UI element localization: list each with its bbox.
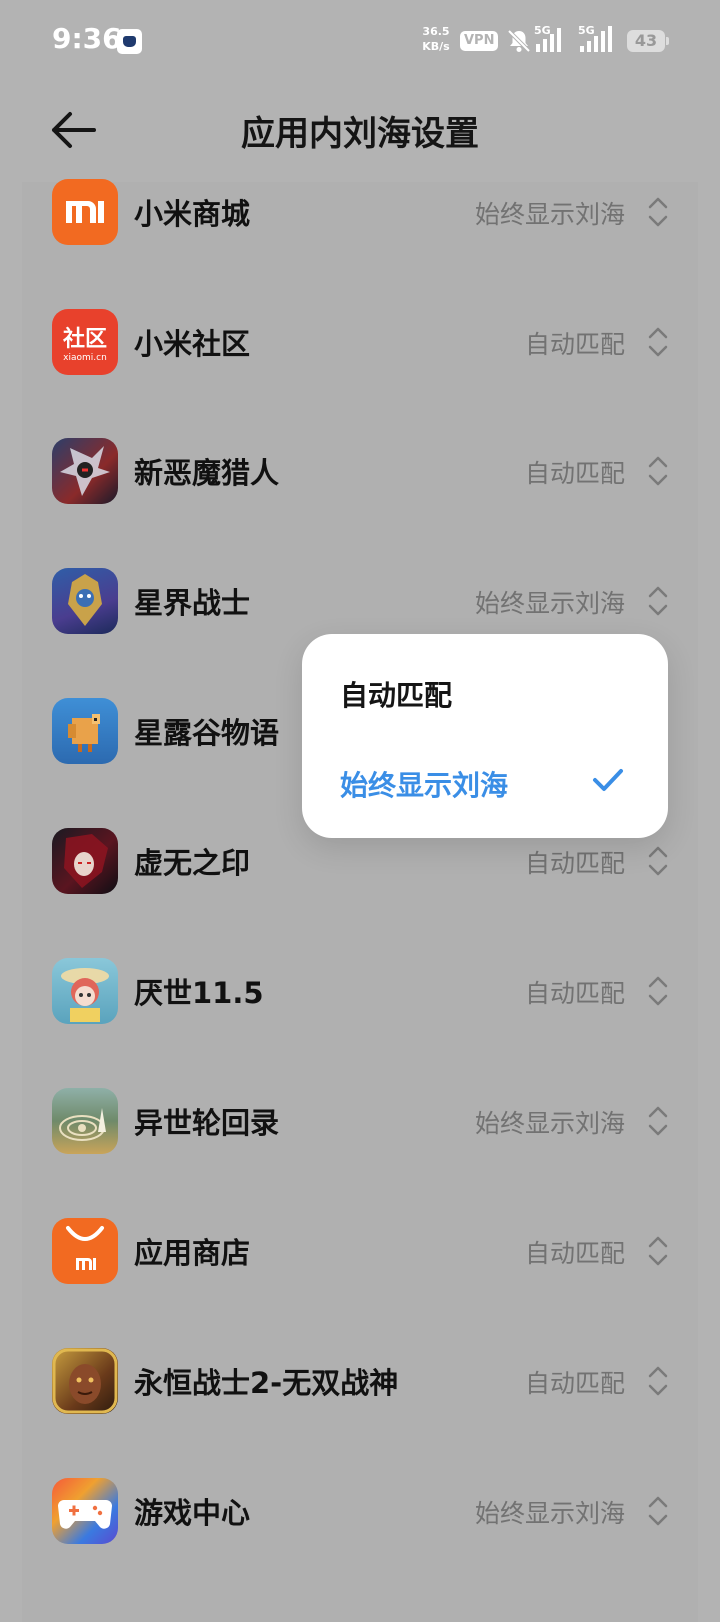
app-name: 厌世11.5 (134, 976, 264, 1010)
notch-mode-value: 自动匹配 (524, 1369, 625, 1398)
eternity-warriors-app-icon (52, 1348, 118, 1414)
app-name: 星露谷物语 (134, 716, 280, 750)
notch-mode-value: 始终显示刘海 (474, 589, 625, 618)
app-name: 小米商城 (134, 197, 251, 231)
notch-mode-value: 始终显示刘海 (474, 200, 625, 229)
yanshi-app-icon (52, 958, 118, 1024)
devil-hunter-app-icon (52, 438, 118, 504)
network-speed-unit: KB/s (422, 40, 450, 53)
option-always-show-notch[interactable]: 始终显示刘海 (340, 764, 508, 804)
list-item-yanshi[interactable]: 厌世11.5 自动匹配 (0, 926, 720, 1056)
mi-community-icon-text: 社区 (62, 327, 107, 352)
yishi-lunhui-app-icon (52, 1088, 118, 1154)
list-item-mi-community[interactable]: 社区 xiaomi.cn 小米社区 自动匹配 (0, 277, 720, 407)
game-center-app-icon (52, 1478, 118, 1544)
list-item-game-center[interactable]: 游戏中心 始终显示刘海 (0, 1446, 720, 1576)
list-item-devil-hunter[interactable]: 新恶魔猎人 自动匹配 (0, 406, 720, 536)
up-down-chevron-icon (648, 1366, 668, 1396)
void-seal-app-icon (52, 828, 118, 894)
status-bar: 9:36 36.5 KB/s VPN 5G 5G 43 (0, 0, 720, 84)
option-auto-match[interactable]: 自动匹配 (340, 674, 452, 714)
up-down-chevron-icon (648, 846, 668, 876)
mi-community-icon-subtext: xiaomi.cn (63, 353, 107, 363)
vpn-badge: VPN (460, 31, 499, 51)
notch-mode-value: 自动匹配 (524, 1239, 625, 1268)
app-name: 永恒战士2-无双战神 (134, 1366, 399, 1400)
up-down-chevron-icon (648, 1236, 668, 1266)
app-name: 小米社区 (134, 327, 251, 361)
battery-icon: 43 (627, 30, 669, 52)
list-item-app-store[interactable]: 应用商店 自动匹配 (0, 1186, 720, 1316)
up-down-chevron-icon (648, 1106, 668, 1136)
app-name: 异世轮回录 (134, 1106, 280, 1140)
list-item-eternity-warriors[interactable]: 永恒战士2-无双战神 自动匹配 (0, 1316, 720, 1446)
app-store-app-icon (52, 1218, 118, 1284)
network-speed: 36.5 KB/s (420, 24, 452, 54)
notch-mode-value: 自动匹配 (524, 459, 625, 488)
up-down-chevron-icon (648, 197, 668, 227)
network-speed-value: 36.5 (422, 25, 450, 38)
up-down-chevron-icon (648, 456, 668, 486)
notch-mode-value: 自动匹配 (524, 330, 625, 359)
up-down-chevron-icon (648, 1496, 668, 1526)
app-name: 虚无之印 (134, 846, 251, 880)
notch-mode-value: 始终显示刘海 (474, 1499, 625, 1528)
notch-mode-popup-menu: 自动匹配 始终显示刘海 (302, 634, 668, 838)
app-name: 游戏中心 (134, 1496, 251, 1530)
up-down-chevron-icon (648, 976, 668, 1006)
mi-shop-app-icon (52, 179, 118, 245)
up-down-chevron-icon (648, 586, 668, 616)
mute-bell-icon (507, 29, 531, 53)
mi-community-app-icon: 社区 xiaomi.cn (52, 309, 118, 375)
notch-mode-value: 自动匹配 (524, 979, 625, 1008)
app-name: 新恶魔猎人 (134, 456, 280, 490)
list-item-yishi-lunhui[interactable]: 异世轮回录 始终显示刘海 (0, 1056, 720, 1186)
star-warrior-app-icon (52, 568, 118, 634)
checkmark-icon (593, 769, 623, 791)
app-name: 星界战士 (134, 586, 251, 620)
list-item-mi-shop[interactable]: 小米商城 始终显示刘海 (0, 147, 720, 277)
notch-mode-value: 自动匹配 (524, 849, 625, 878)
up-down-chevron-icon (648, 327, 668, 357)
stardew-valley-app-icon (52, 698, 118, 764)
status-time: 9:36 (52, 22, 122, 55)
notch-mode-value: 始终显示刘海 (474, 1109, 625, 1138)
notification-app-icon (117, 29, 142, 54)
app-name: 应用商店 (134, 1236, 251, 1270)
